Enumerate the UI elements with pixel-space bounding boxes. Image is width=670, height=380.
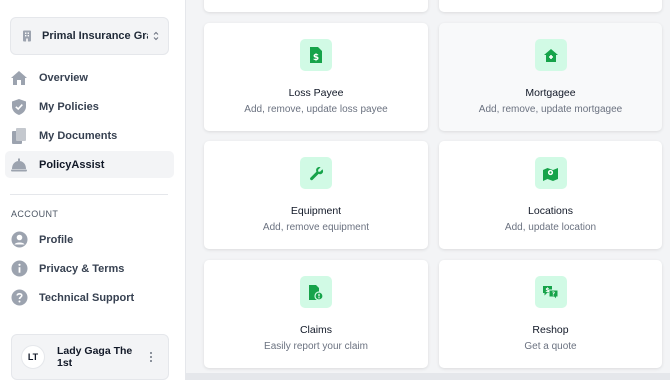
card-partial-right[interactable] xyxy=(439,0,662,12)
home-icon xyxy=(10,69,28,87)
claim-document-icon xyxy=(300,276,332,308)
main-nav: Overview My Policies My Documents Policy… xyxy=(0,64,186,180)
kebab-menu-icon[interactable] xyxy=(144,350,158,364)
organization-selector[interactable]: Primal Insurance Grace… xyxy=(10,17,169,55)
user-circle-icon xyxy=(10,231,28,249)
card-title: Reshop xyxy=(532,324,569,336)
card-locations[interactable]: Locations Add, update location xyxy=(439,141,662,249)
documents-icon xyxy=(10,127,28,145)
page-footer-strip xyxy=(186,373,670,380)
wrench-icon xyxy=(300,157,332,189)
user-menu[interactable]: LT Lady Gaga The 1st xyxy=(11,334,169,380)
map-pin-icon xyxy=(534,157,567,189)
chevron-up-down-icon xyxy=(153,31,159,41)
sidebar-divider xyxy=(10,194,168,195)
nav-item-my-documents[interactable]: My Documents xyxy=(5,122,174,149)
shield-check-icon xyxy=(10,98,28,116)
card-subtitle: Add, remove equipment xyxy=(262,222,370,233)
house-icon xyxy=(534,39,567,71)
card-subtitle: Add, remove, update loss payee xyxy=(244,104,388,115)
card-subtitle: Add, update location xyxy=(504,222,597,233)
organization-name: Primal Insurance Grace… xyxy=(42,30,148,42)
nav-item-technical-support[interactable]: Technical Support xyxy=(5,284,174,311)
avatar: LT xyxy=(21,345,45,369)
account-nav: Profile Privacy & Terms Technical Suppor… xyxy=(0,226,186,313)
card-reshop[interactable]: $? Reshop Get a quote xyxy=(439,260,662,368)
svg-text:?: ? xyxy=(552,291,555,297)
service-bell-icon xyxy=(10,156,28,174)
nav-label: My Documents xyxy=(39,129,118,142)
card-partial-left[interactable] xyxy=(204,0,428,12)
info-circle-icon xyxy=(10,260,28,278)
card-equipment[interactable]: Equipment Add, remove equipment xyxy=(204,141,428,249)
nav-label: Overview xyxy=(39,71,88,84)
card-claims[interactable]: Claims Easily report your claim xyxy=(204,260,428,368)
sidebar: Primal Insurance Grace… Overview My Poli… xyxy=(0,0,186,380)
svg-text:$: $ xyxy=(545,287,549,294)
dollar-document-icon: $ xyxy=(300,39,332,71)
section-label-account: ACCOUNT xyxy=(11,209,59,219)
nav-item-my-policies[interactable]: My Policies xyxy=(5,93,174,120)
nav-item-overview[interactable]: Overview xyxy=(5,64,174,91)
nav-item-policyassist[interactable]: PolicyAssist xyxy=(5,151,174,178)
card-mortgagee[interactable]: Mortgagee Add, remove, update mortgagee xyxy=(439,23,662,131)
card-title: Locations xyxy=(528,205,573,217)
nav-label: Privacy & Terms xyxy=(39,262,125,275)
nav-label: Technical Support xyxy=(39,291,135,304)
nav-item-profile[interactable]: Profile xyxy=(5,226,174,253)
svg-text:$: $ xyxy=(313,53,319,63)
question-circle-icon xyxy=(10,289,28,307)
chat-dollar-icon: $? xyxy=(534,276,567,308)
card-title: Mortgagee xyxy=(525,87,576,99)
user-name: Lady Gaga The 1st xyxy=(57,345,133,369)
card-subtitle: Add, remove, update mortgagee xyxy=(478,104,623,115)
card-title: Loss Payee xyxy=(288,87,344,99)
card-title: Equipment xyxy=(290,205,342,217)
card-title: Claims xyxy=(299,324,333,336)
card-subtitle: Get a quote xyxy=(524,341,577,352)
card-subtitle: Easily report your claim xyxy=(264,341,368,352)
card-loss-payee[interactable]: $ Loss Payee Add, remove, update loss pa… xyxy=(204,23,428,131)
nav-item-privacy-terms[interactable]: Privacy & Terms xyxy=(5,255,174,282)
nav-label: My Policies xyxy=(39,100,99,113)
nav-label: Profile xyxy=(39,233,74,246)
nav-label: PolicyAssist xyxy=(39,158,105,171)
building-icon xyxy=(23,30,31,42)
